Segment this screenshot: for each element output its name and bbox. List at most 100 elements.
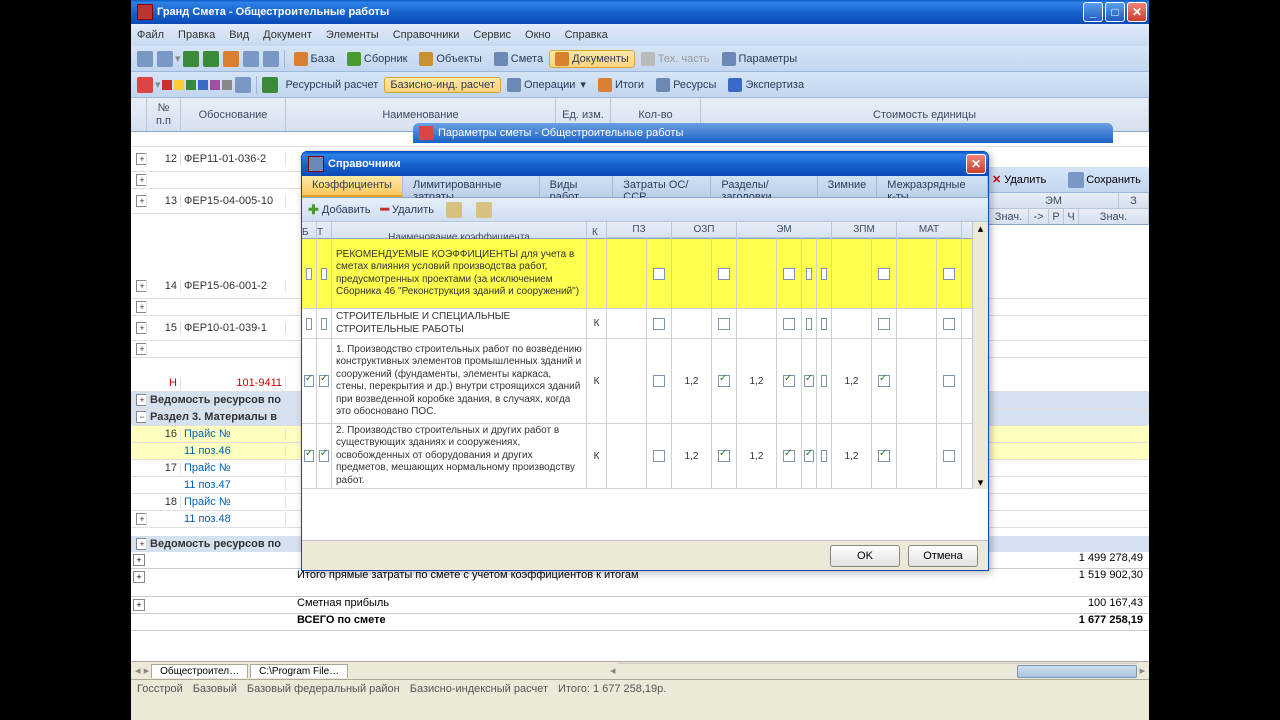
checkbox[interactable] bbox=[653, 375, 665, 387]
tab-limitir[interactable]: Лимитированные затраты bbox=[403, 176, 540, 197]
checkbox[interactable] bbox=[653, 450, 665, 462]
checkbox[interactable] bbox=[783, 450, 795, 462]
coeff-row-3[interactable]: 2. Производство строительных и других ра… bbox=[302, 424, 972, 489]
operacii-button[interactable]: Операции▾ bbox=[501, 76, 592, 94]
checkbox[interactable] bbox=[878, 450, 890, 462]
resursny-button[interactable]: Ресурсный расчет bbox=[280, 77, 385, 93]
obekty-button[interactable]: Объекты bbox=[413, 50, 487, 68]
tab-koefficienty[interactable]: Коэффициенты bbox=[302, 176, 403, 197]
menu-service[interactable]: Сервис bbox=[473, 29, 511, 41]
save-icon[interactable] bbox=[157, 51, 173, 67]
color-green[interactable] bbox=[186, 80, 196, 90]
smeta-button[interactable]: Смета bbox=[488, 50, 549, 68]
copy-icon[interactable] bbox=[243, 51, 259, 67]
add-button[interactable]: ✚Добавить bbox=[308, 202, 371, 218]
undo-icon[interactable] bbox=[183, 51, 199, 67]
checkbox[interactable] bbox=[878, 375, 890, 387]
checkbox[interactable] bbox=[821, 450, 827, 462]
refs-modal-close-button[interactable]: ✕ bbox=[966, 154, 986, 174]
cancel-button[interactable]: Отмена bbox=[908, 545, 978, 567]
tech-button[interactable]: Тех. часть bbox=[635, 50, 716, 68]
menu-window[interactable]: Окно bbox=[525, 29, 551, 41]
paste-icon[interactable] bbox=[263, 51, 279, 67]
checkbox[interactable] bbox=[783, 318, 795, 330]
checkbox[interactable] bbox=[943, 450, 955, 462]
checkbox[interactable] bbox=[718, 375, 730, 387]
menu-view[interactable]: Вид bbox=[229, 29, 249, 41]
tab-razdely[interactable]: Разделы/заголовки bbox=[711, 176, 817, 197]
color-purple[interactable] bbox=[210, 80, 220, 90]
color-red[interactable] bbox=[162, 80, 172, 90]
delete-button[interactable]: Удалить bbox=[1004, 174, 1046, 186]
checkbox[interactable] bbox=[304, 375, 314, 387]
checkbox[interactable] bbox=[653, 318, 665, 330]
sbornik-button[interactable]: Сборник bbox=[341, 50, 414, 68]
coeff-row-2[interactable]: 1. Производство строительных работ по во… bbox=[302, 339, 972, 424]
checkbox[interactable] bbox=[319, 450, 329, 462]
paste-icon-modal[interactable] bbox=[476, 202, 492, 218]
del-button[interactable]: ━Удалить bbox=[381, 201, 434, 218]
tab-doc-2[interactable]: C:\Program File… bbox=[250, 664, 348, 678]
marker-icon[interactable] bbox=[235, 77, 251, 93]
tab-zatraty-os[interactable]: Затраты ОС/ССР bbox=[613, 176, 711, 197]
checkbox[interactable] bbox=[653, 268, 665, 280]
bazisno-button[interactable]: Базисно-инд. расчет bbox=[384, 77, 501, 93]
checkbox[interactable] bbox=[783, 375, 795, 387]
coeff-row-0[interactable]: РЕКОМЕНДУЕМЫЕ КОЭФФИЦИЕНТЫ для учета в с… bbox=[302, 239, 972, 309]
checkbox[interactable] bbox=[806, 268, 812, 280]
color-gray[interactable] bbox=[222, 80, 232, 90]
checkbox[interactable] bbox=[878, 268, 890, 280]
expand-icon[interactable]: + bbox=[136, 153, 147, 165]
checkbox[interactable] bbox=[321, 318, 327, 330]
redo-icon[interactable] bbox=[203, 51, 219, 67]
checkbox[interactable] bbox=[821, 375, 827, 387]
checkbox[interactable] bbox=[783, 268, 795, 280]
color-blue[interactable] bbox=[198, 80, 208, 90]
params-modal-titlebar[interactable]: Параметры сметы - Общестроительные работ… bbox=[413, 123, 1113, 143]
menu-help[interactable]: Справка bbox=[565, 29, 608, 41]
checkbox[interactable] bbox=[319, 375, 329, 387]
ekspertiza-button[interactable]: Экспертиза bbox=[722, 76, 810, 94]
tab-zimnie[interactable]: Зимние bbox=[818, 176, 878, 197]
checkbox[interactable] bbox=[718, 318, 730, 330]
menu-elements[interactable]: Элементы bbox=[326, 29, 379, 41]
cut-icon[interactable] bbox=[223, 51, 239, 67]
maximize-button[interactable]: □ bbox=[1105, 2, 1125, 22]
hscroll-thumb[interactable] bbox=[1017, 665, 1137, 678]
menu-edit[interactable]: Правка bbox=[178, 29, 215, 41]
checkbox[interactable] bbox=[806, 318, 812, 330]
checkbox[interactable] bbox=[306, 318, 312, 330]
checkbox[interactable] bbox=[878, 318, 890, 330]
checkbox[interactable] bbox=[943, 268, 955, 280]
parametry-button[interactable]: Параметры bbox=[716, 50, 804, 68]
checkbox[interactable] bbox=[306, 268, 312, 280]
checkbox[interactable] bbox=[718, 450, 730, 462]
tab-doc-1[interactable]: Общестроител… bbox=[151, 664, 248, 678]
save-icon-right[interactable] bbox=[1068, 172, 1084, 188]
refs-modal-titlebar[interactable]: Справочники ✕ bbox=[302, 152, 988, 176]
ok-button[interactable]: OK bbox=[830, 545, 900, 567]
grid-icon[interactable] bbox=[137, 77, 153, 93]
menu-refs[interactable]: Справочники bbox=[393, 29, 460, 41]
checkbox[interactable] bbox=[304, 450, 314, 462]
menu-file[interactable]: Файл bbox=[137, 29, 164, 41]
checkbox[interactable] bbox=[321, 268, 327, 280]
tab-mezhraz[interactable]: Межразрядные к-ты bbox=[877, 176, 988, 197]
checkbox[interactable] bbox=[821, 268, 827, 280]
refs-vscroll[interactable]: ▾ bbox=[972, 239, 988, 489]
dokumenty-button[interactable]: Документы bbox=[549, 50, 635, 68]
copy-icon-modal[interactable] bbox=[446, 202, 462, 218]
coeff-row-1[interactable]: СТРОИТЕЛЬНЫЕ И СПЕЦИАЛЬНЫЕ СТРОИТЕЛЬНЫЕ … bbox=[302, 309, 972, 339]
menu-document[interactable]: Документ bbox=[263, 29, 312, 41]
checkbox[interactable] bbox=[804, 450, 814, 462]
checkbox[interactable] bbox=[821, 318, 827, 330]
baza-button[interactable]: База bbox=[288, 50, 341, 68]
color-yellow[interactable] bbox=[174, 80, 184, 90]
checkbox[interactable] bbox=[943, 318, 955, 330]
checkbox[interactable] bbox=[804, 375, 814, 387]
new-icon[interactable] bbox=[137, 51, 153, 67]
checkbox[interactable] bbox=[718, 268, 730, 280]
tab-vidy[interactable]: Виды работ bbox=[540, 176, 614, 197]
minimize-button[interactable]: _ bbox=[1083, 2, 1103, 22]
resursy-button[interactable]: Ресурсы bbox=[650, 76, 722, 94]
